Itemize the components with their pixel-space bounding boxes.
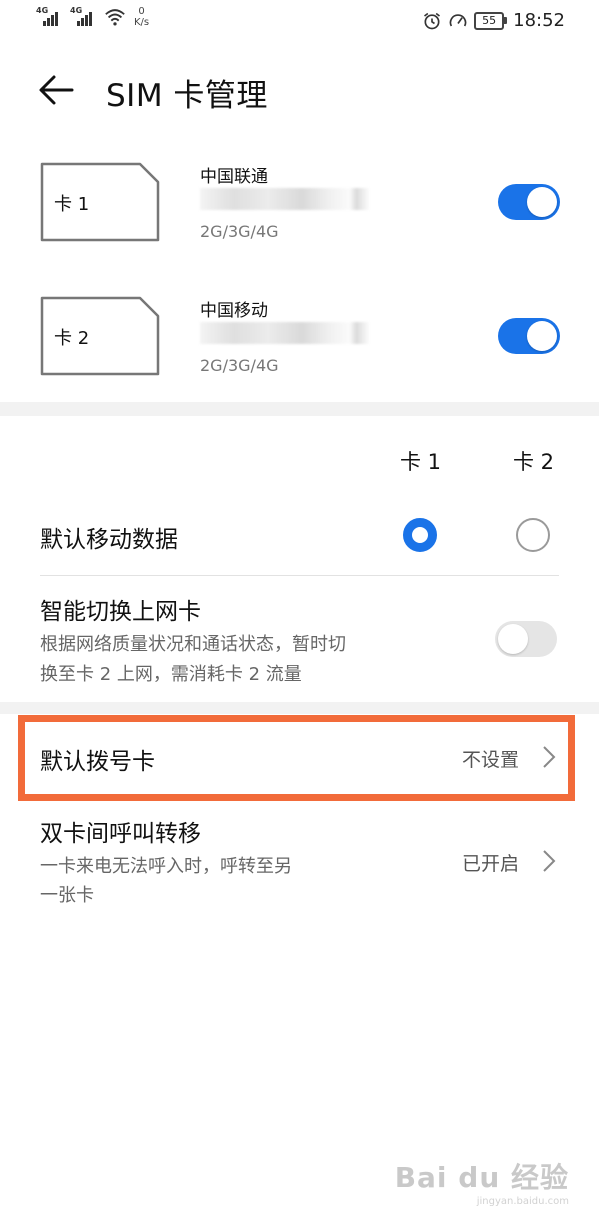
sim-card-label-2: 卡 2	[54, 328, 90, 349]
network-speed: 0 K/s	[134, 6, 149, 28]
chevron-right-icon	[543, 850, 556, 872]
sim1-enable-toggle[interactable]	[498, 184, 560, 220]
back-arrow-icon[interactable]	[36, 72, 76, 108]
default-mobile-data-label: 默认移动数据	[40, 527, 178, 553]
call-forward-desc-line1: 一卡来电无法呼入时，呼转至另	[40, 856, 292, 877]
watermark-logo-text: Bai du 经验	[394, 1161, 569, 1194]
smart-switch-desc-line1: 根据网络质量状况和通话状态，暂时切	[40, 634, 346, 655]
call-forward-label: 双卡间呼叫转移	[40, 821, 201, 847]
app-header: SIM 卡管理	[0, 58, 599, 122]
mobile-data-radio-card2[interactable]	[516, 518, 550, 552]
sim2-enable-toggle[interactable]	[498, 318, 560, 354]
mobile-data-radio-card1[interactable]	[403, 518, 437, 552]
smart-switch-desc-line2: 换至卡 2 上网，需消耗卡 2 流量	[40, 664, 302, 685]
page-title: SIM 卡管理	[106, 78, 268, 114]
battery-icon: 55	[474, 11, 508, 30]
smart-switch-label: 智能切换上网卡	[40, 599, 201, 625]
carrier-name-1: 中国联通	[200, 167, 268, 187]
wifi-icon	[105, 9, 125, 26]
signal-icon-sim1: 4G	[36, 6, 64, 28]
annotation-highlight-box	[18, 715, 575, 801]
sim-card-icon-2: 卡 2	[40, 296, 160, 376]
call-forward-desc-line2: 一张卡	[40, 885, 94, 906]
sim-card-icon-1: 卡 1	[40, 162, 160, 242]
carrier-name-2: 中国移动	[200, 301, 268, 321]
alarm-icon	[424, 12, 441, 29]
watermark-url: jingyan.baidu.com	[476, 1196, 569, 1207]
status-bar: 4G 4G 0 K/s 55 18:52	[0, 0, 599, 42]
call-forward-value: 已开启	[462, 853, 520, 875]
baidu-watermark: Bai du 经验 jingyan.baidu.com	[395, 1156, 569, 1207]
speedometer-icon	[449, 13, 467, 26]
phone-number-redacted-1	[200, 188, 370, 210]
column-head-card2: 卡 2	[513, 450, 555, 474]
status-right: 55 18:52	[422, 10, 565, 31]
status-left: 4G 4G 0 K/s	[36, 6, 149, 28]
phone-number-redacted-2	[200, 322, 370, 344]
network-types-2: 2G/3G/4G	[200, 356, 279, 375]
sim-card-row-1: 卡 1 中国联通 2G/3G/4G	[0, 162, 599, 262]
section-divider	[0, 402, 599, 416]
network-types-1: 2G/3G/4G	[200, 222, 279, 241]
clock: 18:52	[513, 10, 565, 31]
section-divider-2	[0, 702, 599, 714]
signal-icon-sim2: 4G	[70, 6, 98, 28]
speed-value: 0	[138, 6, 145, 17]
column-head-card1: 卡 1	[400, 450, 442, 474]
battery-level: 55	[474, 11, 505, 30]
row-divider	[40, 575, 559, 576]
speed-unit: K/s	[134, 17, 150, 28]
sim-card-row-2: 卡 2 中国移动 2G/3G/4G	[0, 296, 599, 396]
sim-card-label-1: 卡 1	[54, 194, 90, 215]
smart-switch-toggle[interactable]	[495, 621, 557, 657]
